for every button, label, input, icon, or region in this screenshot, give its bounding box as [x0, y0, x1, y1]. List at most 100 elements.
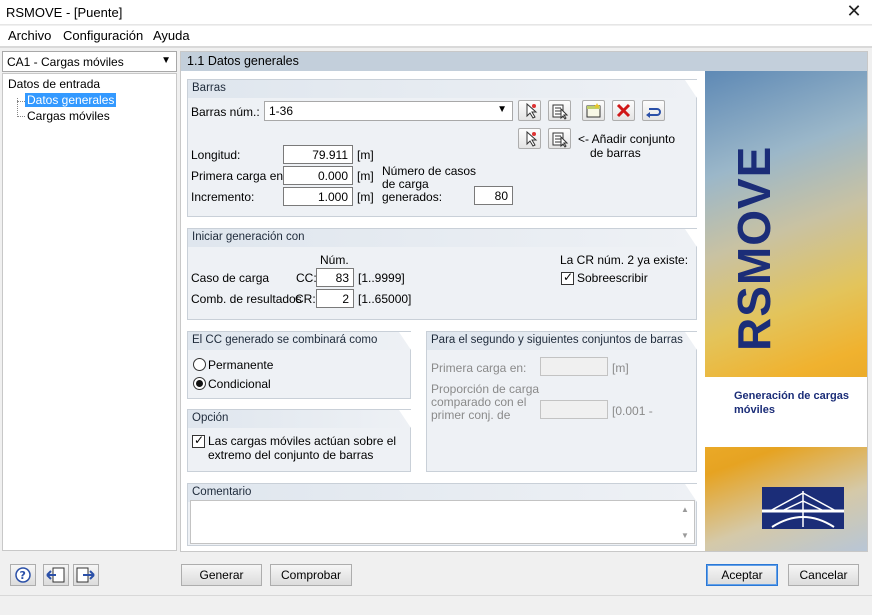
num-casos-label: Número de casos: [382, 164, 477, 178]
cr-exists-label: La CR núm. 2 ya existe:: [560, 253, 689, 267]
cc-range: [1..9999]: [358, 271, 405, 285]
delete-button[interactable]: [612, 100, 635, 121]
menu-configuracion[interactable]: Configuración: [63, 28, 143, 43]
close-icon[interactable]: ✕: [844, 1, 864, 22]
comentario-textarea[interactable]: [190, 500, 695, 544]
tree-item-datos-generales[interactable]: Datos generales: [25, 93, 117, 107]
undo-button[interactable]: [642, 100, 665, 121]
tree-line: [17, 101, 25, 102]
group-title: Barras: [192, 82, 226, 94]
group-title: Comentario: [192, 486, 252, 498]
proporcion-field: [540, 400, 608, 419]
tree-item-cargas-moviles[interactable]: Cargas móviles: [27, 109, 110, 123]
add-set-label-2: de barras: [590, 146, 641, 160]
longitud-field[interactable]: 79.911: [283, 145, 353, 164]
group-title: Iniciar generación con: [192, 231, 305, 243]
bridge-logo-icon: [762, 487, 844, 529]
radio-permanente-label: Permanente: [208, 358, 274, 372]
separator: [0, 46, 872, 48]
aceptar-button[interactable]: Aceptar: [706, 564, 778, 586]
cr-range: [1..65000]: [358, 292, 412, 306]
select-pick-button[interactable]: [518, 100, 541, 121]
num-casos-label-2: de carga: [382, 177, 429, 191]
cancelar-button[interactable]: Cancelar: [788, 564, 859, 586]
new-icon: [586, 103, 601, 118]
unit-label: [m]: [357, 190, 374, 204]
select-list-button[interactable]: [548, 100, 571, 121]
unit-label: [m]: [357, 148, 374, 162]
barras-num-input[interactable]: 1-36 ▼: [264, 101, 513, 121]
title-bar: RSMOVE - [Puente] ✕: [0, 0, 872, 25]
chevron-down-icon: ▼: [161, 55, 171, 66]
generar-button[interactable]: Generar: [181, 564, 262, 586]
num-casos-label-3: generados:: [382, 190, 443, 204]
unit-label: [m]: [357, 169, 374, 183]
incremento-label: Incremento:: [191, 190, 255, 204]
new-set-button[interactable]: [582, 100, 605, 121]
menu-archivo[interactable]: Archivo: [8, 28, 51, 43]
segundo-primera-field: [540, 357, 608, 376]
cr-field[interactable]: 2: [316, 289, 354, 308]
help-button[interactable]: ?: [10, 564, 36, 586]
cc-field[interactable]: 83: [316, 268, 354, 287]
longitud-label: Longitud:: [191, 148, 241, 162]
undo-icon: [646, 108, 661, 118]
caso-carga-label: Caso de carga: [191, 271, 270, 285]
case-selector-value: CA1 - Cargas móviles: [7, 55, 124, 69]
overwrite-label: Sobreescribir: [577, 271, 648, 285]
menu-ayuda[interactable]: Ayuda: [153, 28, 190, 43]
cursor-icon: [526, 102, 538, 119]
group-title: El CC generado se combinará como: [192, 334, 378, 346]
opcion-checkbox[interactable]: [192, 433, 205, 448]
delete-icon: [616, 103, 631, 118]
list-cursor-icon: [552, 104, 569, 120]
import-icon: [46, 567, 65, 583]
cr-label: CR:: [295, 292, 316, 306]
comprobar-button[interactable]: Comprobar: [270, 564, 352, 586]
primera-carga-label: Primera carga en:: [191, 169, 287, 183]
section-title: 1.1 Datos generales: [187, 54, 299, 68]
case-selector[interactable]: CA1 - Cargas móviles ▼: [2, 51, 177, 72]
import-button[interactable]: [43, 564, 69, 586]
section-header: 1.1 Datos generales: [181, 52, 867, 71]
overwrite-checkbox[interactable]: [561, 270, 574, 285]
segundo-primera-unit: [m]: [612, 361, 629, 375]
radio-condicional[interactable]: [193, 377, 206, 390]
radio-condicional-label: Condicional: [208, 377, 271, 391]
scroll-down-icon[interactable]: ▼: [681, 531, 689, 540]
barras-num-value: 1-36: [269, 104, 294, 118]
num-casos-value: 80: [474, 186, 513, 205]
radio-permanente[interactable]: [193, 358, 206, 371]
add-list-button[interactable]: [548, 128, 571, 149]
proporcion-label-3: primer conj. de: [431, 408, 511, 422]
menu-bar: Archivo Configuración Ayuda: [0, 26, 872, 46]
comb-label: Comb. de resultados: [191, 292, 302, 306]
segundo-primera-label: Primera carga en:: [431, 361, 527, 375]
scroll-up-icon[interactable]: ▲: [681, 505, 689, 514]
banner-subtitle-box: Generación de cargas móviles: [705, 377, 867, 447]
product-logo: RSMOVE: [728, 145, 780, 351]
tree-line: [17, 116, 25, 117]
incremento-field[interactable]: 1.000: [283, 187, 353, 206]
svg-text:?: ?: [20, 569, 26, 582]
export-button[interactable]: [73, 564, 99, 586]
status-bar: [0, 595, 872, 615]
product-banner: RSMOVE Generación de cargas móviles: [705, 71, 867, 551]
primera-carga-field[interactable]: 0.000: [283, 166, 353, 185]
proporcion-label: Proporción de carga: [431, 382, 540, 396]
barras-num-label: Barras núm.:: [191, 105, 260, 119]
tree-root[interactable]: Datos de entrada: [8, 77, 100, 91]
add-set-label: <- Añadir conjunto: [578, 132, 676, 146]
navigator-tree: Datos de entrada Datos generales Cargas …: [2, 73, 177, 551]
help-icon: ?: [15, 567, 31, 583]
group-title: Para el segundo y siguientes conjuntos d…: [431, 334, 683, 346]
window-title: RSMOVE - [Puente]: [6, 5, 123, 20]
proporcion-label-2: comparado con el: [431, 395, 527, 409]
cc-label: CC:: [296, 271, 317, 285]
banner-subtitle: Generación de cargas móviles: [734, 390, 849, 416]
opcion-label: Las cargas móviles actúan sobre el: [208, 434, 397, 448]
group-title: Opción: [192, 412, 229, 424]
cursor-icon: [526, 130, 538, 147]
add-pick-button[interactable]: [518, 128, 541, 149]
opcion-label-2: extremo del conjunto de barras: [208, 448, 374, 462]
